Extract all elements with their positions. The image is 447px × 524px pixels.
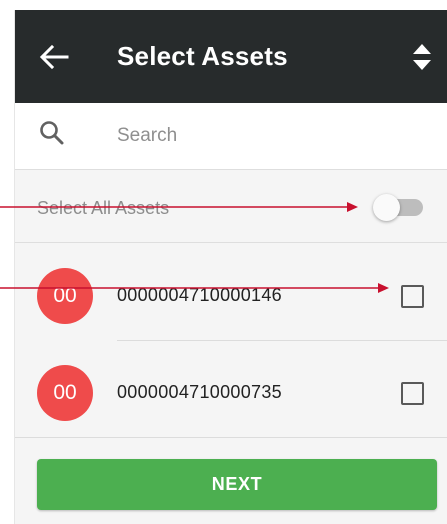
- arrow-left-icon[interactable]: [39, 44, 69, 70]
- sort-updown-icon[interactable]: [411, 42, 433, 72]
- search-bar: [15, 103, 447, 170]
- asset-avatar: 00: [37, 268, 93, 324]
- page-title: Select Assets: [117, 41, 288, 71]
- asset-avatar: 00: [37, 365, 93, 421]
- list-divider: [15, 437, 447, 438]
- app-screen: Select Assets Select All Assets 00 00000…: [14, 10, 447, 524]
- next-button[interactable]: NEXT: [37, 459, 437, 510]
- search-icon: [40, 121, 64, 145]
- select-all-toggle[interactable]: [373, 194, 425, 221]
- select-all-label: Select All Assets: [37, 198, 170, 218]
- toggle-thumb: [373, 194, 400, 221]
- asset-id: 0000004710000735: [117, 382, 282, 402]
- asset-id: 0000004710000146: [117, 285, 282, 305]
- asset-checkbox[interactable]: [401, 285, 424, 308]
- asset-checkbox[interactable]: [401, 382, 424, 405]
- row-divider: [117, 340, 447, 341]
- asset-row[interactable]: 00 0000004710000735: [15, 340, 447, 437]
- select-all-row: Select All Assets: [15, 170, 447, 243]
- app-bar: Select Assets: [15, 10, 447, 103]
- search-input[interactable]: [115, 121, 419, 151]
- asset-list: 00 0000004710000146 00 0000004710000735: [15, 243, 447, 437]
- asset-row[interactable]: 00 0000004710000146: [15, 243, 447, 340]
